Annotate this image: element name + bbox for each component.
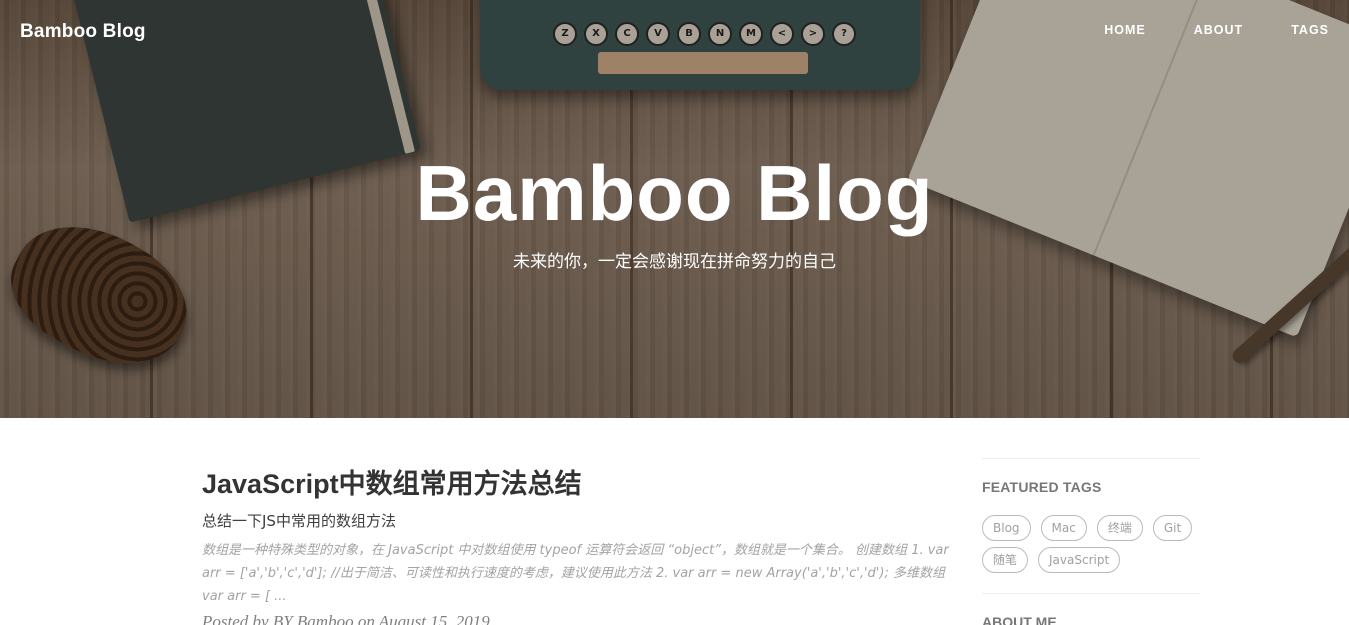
brand-link[interactable]: Bamboo Blog — [20, 21, 146, 43]
nav-about[interactable]: ABOUT — [1194, 23, 1243, 37]
hero-header: Z X C V B N M < > ? Bamboo Blog HOME ABO… — [0, 0, 1349, 418]
hero-title: Bamboo Blog — [415, 149, 934, 237]
sidebar: FEATURED TAGS Blog Mac 终端 Git 随笔 JavaScr… — [982, 458, 1200, 625]
post-title-link[interactable]: JavaScript中数组常用方法总结 — [202, 466, 962, 502]
sidebar-divider — [982, 593, 1200, 594]
post-excerpt: 数组是一种特殊类型的对象，在 JavaScript 中对数组使用 typeof … — [202, 543, 949, 604]
featured-tags-list: Blog Mac 终端 Git 随笔 JavaScript — [982, 515, 1200, 573]
nav-tags[interactable]: TAGS — [1291, 23, 1329, 37]
nav-home[interactable]: HOME — [1104, 23, 1146, 37]
post-preview: JavaScript中数组常用方法总结 总结一下JS中常用的数组方法 数组是一种… — [202, 466, 962, 625]
tag-terminal[interactable]: 终端 — [1096, 515, 1143, 541]
hero-subtitle: 未来的你，一定会感谢现在拼命努力的自己 — [513, 252, 836, 272]
post-subtitle: 总结一下JS中常用的数组方法 — [202, 512, 396, 530]
tag-javascript[interactable]: JavaScript — [1038, 547, 1121, 573]
main-nav: HOME ABOUT TAGS — [1056, 23, 1329, 37]
tag-essay[interactable]: 随笔 — [982, 547, 1029, 573]
featured-tags-title: FEATURED TAGS — [982, 479, 1102, 495]
post-meta: Posted by BY Bamboo on August 15, 2019 — [202, 612, 490, 625]
sidebar-divider — [982, 458, 1200, 459]
tag-git[interactable]: Git — [1152, 515, 1193, 541]
tag-mac[interactable]: Mac — [1040, 515, 1087, 541]
about-me-title: ABOUT ME — [982, 614, 1057, 625]
tag-blog[interactable]: Blog — [982, 515, 1031, 541]
